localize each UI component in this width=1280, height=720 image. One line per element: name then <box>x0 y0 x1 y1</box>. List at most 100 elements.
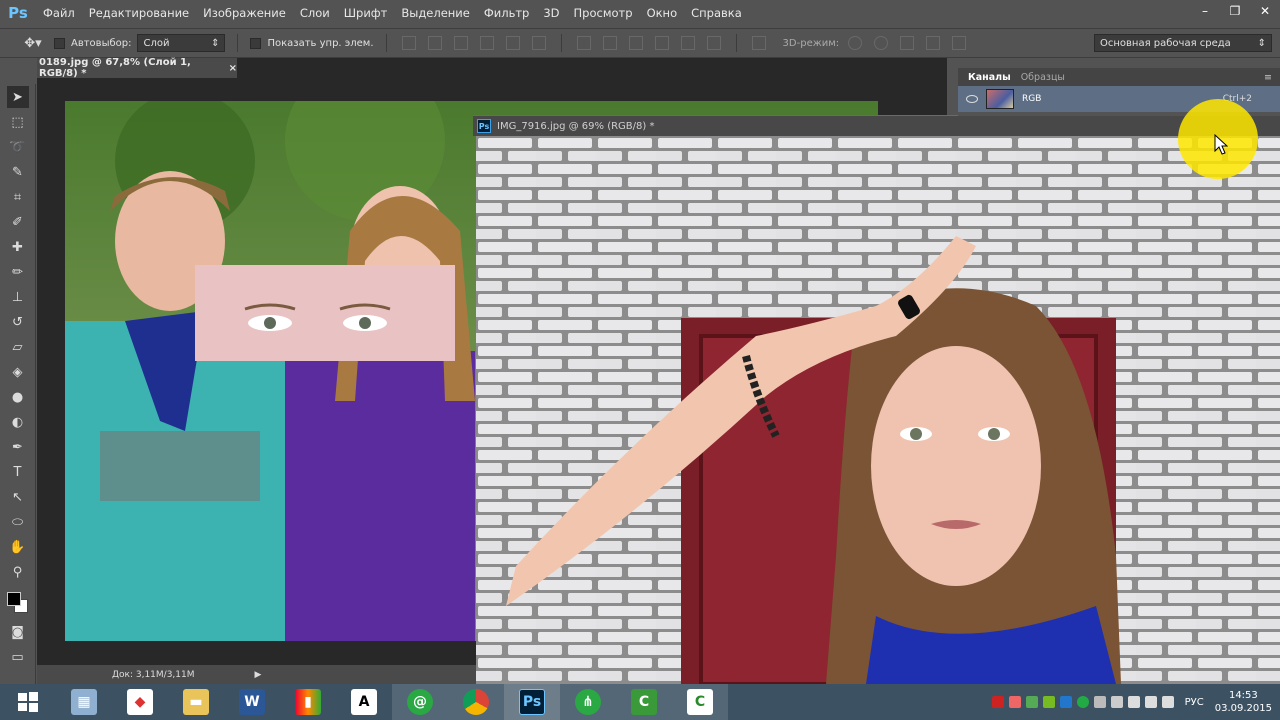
3d-drag-icon[interactable] <box>900 36 915 50</box>
tab-channels[interactable]: Каналы <box>968 72 1011 83</box>
show-controls-checkbox[interactable] <box>250 37 262 49</box>
hand-tool-icon[interactable]: ✋ <box>7 536 29 558</box>
distribute-top-icon[interactable] <box>576 36 591 50</box>
document-tab-close-icon[interactable]: × <box>229 63 237 74</box>
menu-type[interactable]: Шрифт <box>337 0 395 26</box>
crop-tool-icon[interactable]: ⌗ <box>7 186 29 208</box>
dodge-tool-icon[interactable]: ◐ <box>7 411 29 433</box>
align-bottom-icon[interactable] <box>453 36 468 50</box>
panel-menu-icon[interactable]: ≡ <box>1264 72 1272 83</box>
taskbar-font-viewer[interactable]: A <box>336 684 392 720</box>
menu-window[interactable]: Окно <box>640 0 685 26</box>
menu-edit[interactable]: Редактирование <box>82 0 196 26</box>
power-tray-icon[interactable] <box>1127 696 1140 708</box>
autoselect-checkbox[interactable] <box>54 37 65 49</box>
document-window-title[interactable]: Ps IMG_7916.jpg @ 69% (RGB/8) * <box>473 115 1280 136</box>
tab-swatches[interactable]: Образцы <box>1021 72 1065 83</box>
align-hcenter-icon[interactable] <box>505 36 520 50</box>
taskbar-explorer[interactable]: ▬ <box>168 684 224 720</box>
language-indicator[interactable]: РУС <box>1185 697 1204 708</box>
ellipse-tool-icon[interactable]: ⬭ <box>7 511 29 533</box>
move-tool-preset-icon[interactable]: ✥▾ <box>18 32 48 54</box>
menu-filter[interactable]: Фильтр <box>477 0 537 26</box>
distribute-left-icon[interactable] <box>654 36 669 50</box>
document-canvas-2[interactable] <box>476 136 1280 684</box>
font-icon: A <box>351 689 377 715</box>
autoselect-dropdown[interactable]: Слой ⇕ <box>137 34 226 52</box>
pdf-tray-icon[interactable] <box>1008 696 1021 708</box>
3d-roll-icon[interactable] <box>874 36 889 50</box>
eraser-tool-icon[interactable]: ▱ <box>7 336 29 358</box>
align-top-icon[interactable] <box>401 36 416 50</box>
menu-view[interactable]: Просмотр <box>567 0 640 26</box>
3d-slide-icon[interactable] <box>926 36 941 50</box>
auto-align-icon[interactable] <box>751 36 766 50</box>
photoshop-icon: Ps <box>519 689 545 715</box>
taskbar-pdf-reader[interactable]: ◆ <box>112 684 168 720</box>
status-arrow-icon[interactable]: ▶ <box>255 670 262 680</box>
blur-tool-icon[interactable]: ● <box>7 386 29 408</box>
foreground-color-swatch[interactable] <box>6 592 21 606</box>
taskbar-office[interactable]: ▮ <box>280 684 336 720</box>
menu-layers[interactable]: Слои <box>293 0 337 26</box>
volume-tray-icon[interactable] <box>1161 696 1174 708</box>
3d-rotate-icon[interactable] <box>848 36 863 50</box>
quick-mask-icon[interactable]: ◙ <box>7 621 29 643</box>
taskbar-photoshop[interactable]: Ps <box>504 684 560 720</box>
distribute-bottom-icon[interactable] <box>628 36 643 50</box>
history-brush-tool-icon[interactable]: ↺ <box>7 311 29 333</box>
align-left-icon[interactable] <box>479 36 494 50</box>
brush-tool-icon[interactable]: ✏ <box>7 261 29 283</box>
3d-scale-icon[interactable] <box>952 36 967 50</box>
taskbar-calculator[interactable]: ▦ <box>56 684 112 720</box>
distribute-vcenter-icon[interactable] <box>602 36 617 50</box>
taskbar-network[interactable]: ⋔ <box>560 684 616 720</box>
align-right-icon[interactable] <box>531 36 546 50</box>
move-tool-icon[interactable]: ➤ <box>6 86 29 108</box>
taskbar-camtasia-recorder[interactable]: C <box>672 684 728 720</box>
healing-brush-tool-icon[interactable]: ✚ <box>7 236 29 258</box>
eyedropper-tool-icon[interactable]: ✐ <box>7 211 29 233</box>
minimize-button[interactable]: – <box>1190 0 1220 22</box>
type-tool-icon[interactable]: T <box>7 461 29 483</box>
menu-help[interactable]: Справка <box>684 0 749 26</box>
taskbar-mail[interactable]: @ <box>392 684 448 720</box>
nvidia-tray-icon[interactable] <box>1042 696 1055 708</box>
distribute-right-icon[interactable] <box>706 36 721 50</box>
close-button[interactable]: ✕ <box>1250 0 1280 22</box>
menu-select[interactable]: Выделение <box>394 0 477 26</box>
visibility-eye-icon[interactable] <box>966 95 978 103</box>
taskbar-word[interactable]: W <box>224 684 280 720</box>
document-tab[interactable]: 0189.jpg @ 67,8% (Слой 1, RGB/8) * × <box>37 57 237 79</box>
menu-file[interactable]: Файл <box>36 0 82 26</box>
marquee-tool-icon[interactable]: ⬚ <box>7 111 29 133</box>
gradient-tool-icon[interactable]: ◈ <box>7 361 29 383</box>
start-button[interactable] <box>0 684 56 720</box>
acrobat-tray-icon[interactable] <box>991 696 1004 708</box>
autoselect-label: Автовыбор: <box>71 37 132 49</box>
workspace-dropdown[interactable]: Основная рабочая среда ⇕ <box>1094 34 1272 52</box>
taskbar-chrome[interactable] <box>448 684 504 720</box>
system-tray: РУС 14:53 03.09.2015 <box>991 684 1280 720</box>
bluetooth-tray-icon[interactable] <box>1059 696 1072 708</box>
menu-image[interactable]: Изображение <box>196 0 293 26</box>
usb-tray-icon[interactable] <box>1110 696 1123 708</box>
puzzle-tray-icon[interactable] <box>1025 696 1038 708</box>
distribute-hcenter-icon[interactable] <box>680 36 695 50</box>
network-tray-icon[interactable] <box>1093 696 1106 708</box>
restore-button[interactable]: ❐ <box>1220 0 1250 22</box>
menu-3d[interactable]: 3D <box>536 0 566 26</box>
mail-tray-icon[interactable] <box>1076 696 1089 708</box>
zoom-tool-icon[interactable]: ⚲ <box>7 561 29 583</box>
quick-select-tool-icon[interactable]: ✎ <box>7 161 29 183</box>
screen-mode-icon[interactable]: ▭ <box>7 646 29 668</box>
color-swatches[interactable] <box>5 590 31 618</box>
taskbar-camtasia[interactable]: C <box>616 684 672 720</box>
clone-stamp-tool-icon[interactable]: ⊥ <box>7 286 29 308</box>
signal-tray-icon[interactable] <box>1144 696 1157 708</box>
lasso-tool-icon[interactable]: ➰ <box>7 136 29 158</box>
path-selection-tool-icon[interactable]: ↖ <box>7 486 29 508</box>
align-vcenter-icon[interactable] <box>427 36 442 50</box>
clock[interactable]: 14:53 03.09.2015 <box>1215 689 1272 715</box>
pen-tool-icon[interactable]: ✒ <box>7 436 29 458</box>
